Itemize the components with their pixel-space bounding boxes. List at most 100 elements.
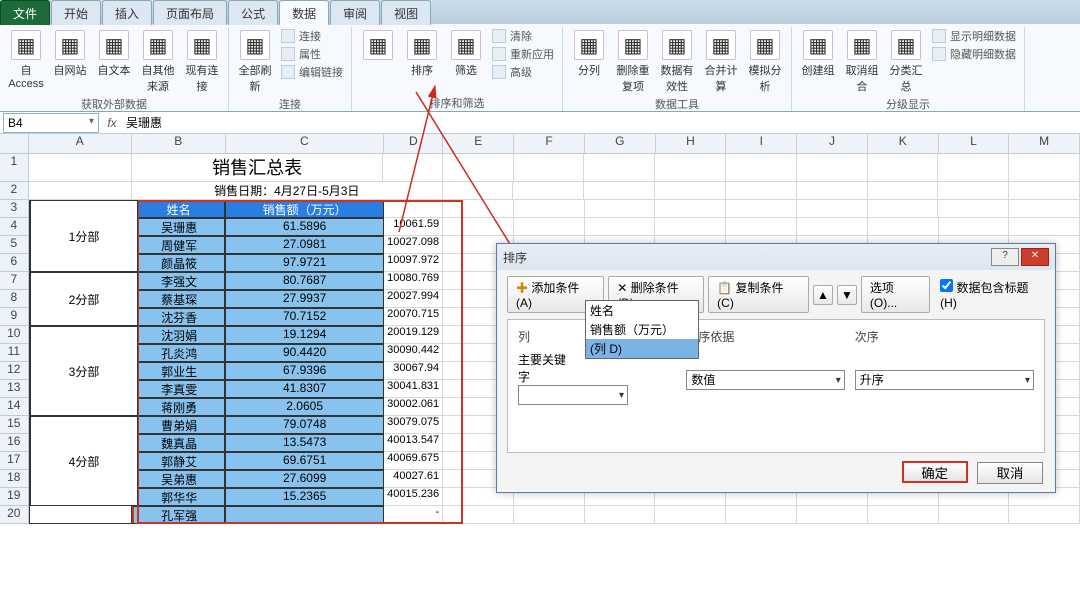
name-cell[interactable]: 孔炎鸿 <box>132 344 226 362</box>
name-cell[interactable]: 李真雯 <box>132 380 226 398</box>
cell[interactable] <box>29 154 132 182</box>
header-name[interactable]: 姓名 <box>132 200 226 218</box>
amount-cell[interactable]: 97.9721 <box>225 254 383 272</box>
row-header[interactable]: 20 <box>0 506 29 524</box>
close-button[interactable]: ✕ <box>1021 248 1049 266</box>
cell[interactable] <box>868 506 939 524</box>
move-up-button[interactable]: ▲ <box>813 285 833 305</box>
copy-condition-button[interactable]: 📋 复制条件(C) <box>708 276 809 313</box>
ribbon-button[interactable]: ▦筛选 <box>446 27 486 78</box>
ribbon-small-button[interactable]: 重新应用 <box>490 45 556 63</box>
aux-cell[interactable]: - <box>384 506 443 524</box>
row-header[interactable]: 5 <box>0 236 29 254</box>
tab-视图[interactable]: 视图 <box>381 0 431 25</box>
ribbon-small-button[interactable]: 清除 <box>490 27 556 45</box>
column-header[interactable]: F <box>514 134 585 153</box>
cell[interactable] <box>938 182 1009 200</box>
amount-cell[interactable]: 67.9396 <box>225 362 383 380</box>
tab-文件[interactable]: 文件 <box>0 0 50 25</box>
cell[interactable] <box>443 506 514 524</box>
cell[interactable] <box>443 154 514 182</box>
dropdown-option[interactable]: (列 D) <box>586 339 698 358</box>
name-cell[interactable]: 李强文 <box>132 272 226 290</box>
amount-cell[interactable]: 79.0748 <box>225 416 383 434</box>
row-header[interactable]: 11 <box>0 344 29 362</box>
aux-cell[interactable]: 10027.098 <box>384 236 443 254</box>
cell[interactable] <box>1009 506 1080 524</box>
dropdown-option[interactable]: 销售额（万元） <box>586 320 698 339</box>
aux-cell[interactable]: 30079.075 <box>384 416 443 434</box>
ribbon-button[interactable]: ▦删除重复项 <box>613 27 653 94</box>
amount-cell[interactable]: 27.9937 <box>225 290 383 308</box>
sort-order-combo[interactable]: 升序 <box>855 370 1034 390</box>
cell[interactable] <box>655 154 726 182</box>
cell[interactable] <box>585 506 656 524</box>
aux-cell[interactable]: 40069.675 <box>384 452 443 470</box>
cell[interactable] <box>383 154 442 182</box>
row-header[interactable]: 15 <box>0 416 29 434</box>
tab-页面布局[interactable]: 页面布局 <box>153 0 227 25</box>
aux-cell[interactable]: 30002.061 <box>384 398 443 416</box>
cell[interactable] <box>868 182 939 200</box>
ribbon-small-button[interactable]: 编辑链接 <box>279 63 345 81</box>
cell[interactable] <box>655 200 726 218</box>
cell[interactable] <box>514 506 585 524</box>
aux-cell[interactable]: 20070.715 <box>384 308 443 326</box>
cell[interactable] <box>29 182 132 200</box>
cell[interactable] <box>726 218 797 236</box>
help-button[interactable]: ? <box>991 248 1019 266</box>
aux-cell[interactable]: 20019.129 <box>384 326 443 344</box>
name-cell[interactable]: 郭华华 <box>132 488 226 506</box>
row-header[interactable]: 2 <box>0 182 29 200</box>
cell[interactable] <box>797 506 868 524</box>
move-down-button[interactable]: ▼ <box>837 285 857 305</box>
column-header[interactable]: E <box>443 134 514 153</box>
row-header[interactable]: 13 <box>0 380 29 398</box>
name-cell[interactable]: 周健军 <box>132 236 226 254</box>
cell[interactable] <box>514 154 585 182</box>
row-header[interactable]: 16 <box>0 434 29 452</box>
cell[interactable] <box>584 182 655 200</box>
amount-cell[interactable]: 13.5473 <box>225 434 383 452</box>
ribbon-button[interactable]: ▦数据有效性 <box>657 27 697 94</box>
ribbon-button[interactable]: ▦ <box>358 27 398 62</box>
tab-审阅[interactable]: 审阅 <box>330 0 380 25</box>
cell[interactable] <box>1009 154 1080 182</box>
name-cell[interactable]: 吴弟惠 <box>132 470 226 488</box>
ribbon-button[interactable]: ▦分列 <box>569 27 609 78</box>
cell[interactable] <box>514 200 585 218</box>
amount-cell[interactable]: 27.0981 <box>225 236 383 254</box>
ribbon-small-button[interactable]: 属性 <box>279 45 345 63</box>
cell[interactable] <box>655 218 726 236</box>
aux-cell[interactable]: 30090.442 <box>384 344 443 362</box>
cell[interactable] <box>797 182 868 200</box>
name-cell[interactable]: 沈羽娟 <box>132 326 226 344</box>
row-header[interactable]: 10 <box>0 326 29 344</box>
cell[interactable] <box>939 506 1010 524</box>
name-cell[interactable]: 魏真晶 <box>132 434 226 452</box>
cell[interactable] <box>514 218 585 236</box>
name-cell[interactable]: 吴珊惠 <box>132 218 226 236</box>
ribbon-button[interactable]: ▦全部刷新 <box>235 27 275 94</box>
ok-button[interactable]: 确定 <box>902 461 968 483</box>
formula-input[interactable]: 吴珊惠 <box>122 112 1080 133</box>
ribbon-button[interactable]: ▦排序 <box>402 27 442 78</box>
ribbon-button[interactable]: ▦自文本 <box>94 27 134 78</box>
org-merged-cell[interactable]: 1分部 <box>30 200 138 272</box>
cell[interactable] <box>443 218 514 236</box>
column-header[interactable]: L <box>939 134 1010 153</box>
cell[interactable] <box>384 200 443 218</box>
cell[interactable] <box>584 154 655 182</box>
cell[interactable] <box>1009 200 1080 218</box>
amount-cell[interactable]: 80.7687 <box>225 272 383 290</box>
tab-数据[interactable]: 数据 <box>279 0 329 25</box>
cell[interactable] <box>939 218 1010 236</box>
column-header[interactable]: C <box>226 134 385 153</box>
ribbon-button[interactable]: ▦模拟分析 <box>745 27 785 94</box>
row-header[interactable]: 7 <box>0 272 29 290</box>
aux-cell[interactable]: 30041.831 <box>384 380 443 398</box>
name-cell[interactable]: 沈芬香 <box>132 308 226 326</box>
cell[interactable] <box>726 200 797 218</box>
column-header[interactable]: M <box>1009 134 1080 153</box>
aux-cell[interactable]: 40015.236 <box>384 488 443 506</box>
